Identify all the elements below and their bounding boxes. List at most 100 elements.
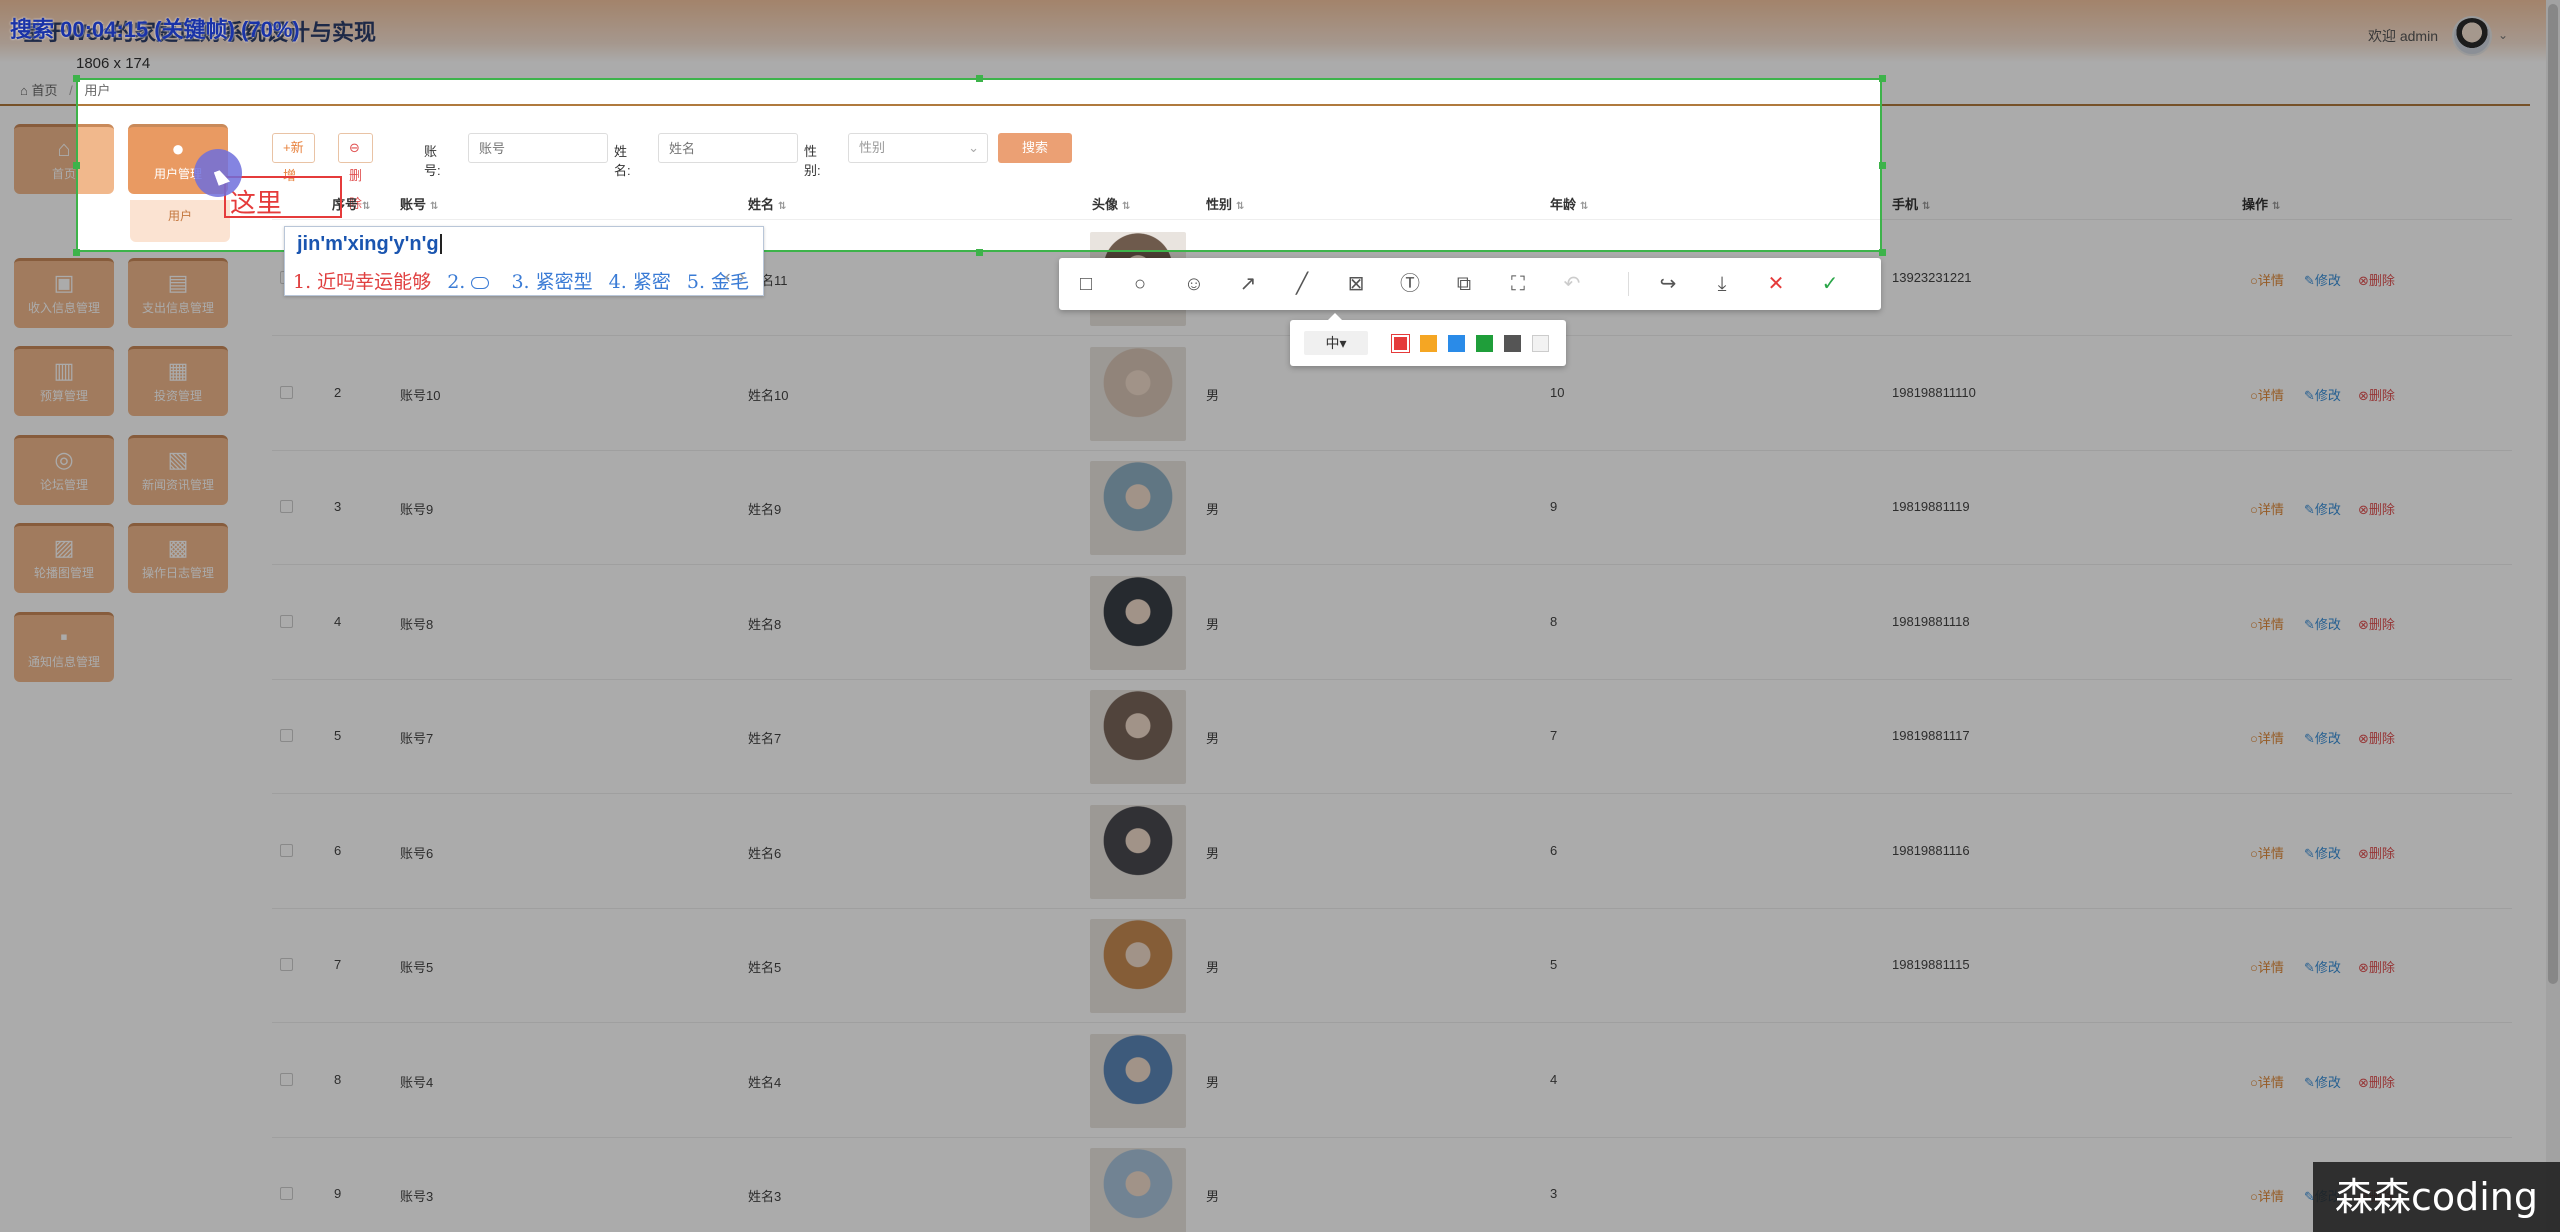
cell-phone: 13923231221 xyxy=(1892,270,1972,285)
color-swatch[interactable] xyxy=(1420,335,1437,352)
font-size-select[interactable]: 中▾ xyxy=(1304,331,1368,355)
color-swatch[interactable] xyxy=(1392,335,1409,352)
chevron-down-icon[interactable]: ⌄ xyxy=(2498,28,2508,42)
row-checkbox[interactable] xyxy=(280,385,293,399)
ime-page-nav[interactable]: ‹› xyxy=(724,267,753,289)
ime-candidate[interactable]: 2. xyxy=(447,271,495,293)
sidebar-tile[interactable]: ▥ 预算管理 xyxy=(14,346,114,416)
row-delete-button[interactable]: ⊗删除 xyxy=(2358,499,2395,518)
line-tool-icon[interactable]: ╱ xyxy=(1288,270,1316,298)
sidebar-tile[interactable]: ◎ 论坛管理 xyxy=(14,435,114,505)
user-avatar[interactable] xyxy=(2452,16,2492,56)
row-delete-button[interactable]: ⊗删除 xyxy=(2358,270,2395,289)
resize-handle-w[interactable] xyxy=(73,162,80,169)
row-checkbox[interactable] xyxy=(280,1072,293,1086)
sidebar-tile[interactable]: ▪ 通知信息管理 xyxy=(14,612,114,682)
ocr-tool-icon[interactable]: ⛶ xyxy=(1504,270,1532,298)
sidebar-tile[interactable]: ▣ 收入信息管理 xyxy=(14,258,114,328)
ime-candidate-window[interactable]: jin'm'xing'y'n'g 1. 近吗幸运能够 2. 3. 紧密型 4. … xyxy=(284,226,764,296)
mosaic-tool-icon[interactable]: ⊠ xyxy=(1342,270,1370,298)
breadcrumb-home[interactable]: 首页 xyxy=(31,83,57,98)
row-delete-button[interactable]: ⊗删除 xyxy=(2358,614,2395,633)
row-delete-button[interactable]: ⊗删除 xyxy=(2358,728,2395,747)
rectangle-tool-icon[interactable]: □ xyxy=(1072,270,1100,298)
sidebar-tile[interactable]: ▦ 投资管理 xyxy=(128,346,228,416)
row-detail-button[interactable]: ○详情 xyxy=(2250,1186,2284,1205)
ime-candidate[interactable]: 4. 紧密 xyxy=(609,271,671,293)
avatar xyxy=(1090,575,1186,670)
arrow-tool-icon[interactable]: ↗ xyxy=(1234,270,1262,298)
page-scrollbar[interactable] xyxy=(2546,0,2560,1232)
ime-candidate[interactable]: 1. 近吗幸运能够 xyxy=(293,271,431,293)
color-swatch[interactable] xyxy=(1476,335,1493,352)
cell-index: 5 xyxy=(334,728,342,743)
column-header[interactable]: 操作 ⇅ xyxy=(2242,194,2280,213)
column-header[interactable]: 手机 ⇅ xyxy=(1892,194,1930,213)
ellipse-tool-icon[interactable]: ○ xyxy=(1126,270,1154,298)
ime-candidate[interactable]: 3. 紧密型 xyxy=(511,271,592,293)
scrollbar-thumb[interactable] xyxy=(2548,4,2558,984)
color-swatch[interactable] xyxy=(1532,335,1549,352)
resize-handle-n[interactable] xyxy=(976,75,983,82)
row-detail-button[interactable]: ○详情 xyxy=(2250,499,2284,518)
row-edit-button[interactable]: ✎修改 xyxy=(2304,1072,2341,1091)
cell-gender: 男 xyxy=(1206,616,1220,632)
row-checkbox[interactable] xyxy=(280,843,293,857)
sort-icon[interactable]: ⇅ xyxy=(2272,201,2280,212)
pin-tool-icon[interactable]: ⧉ xyxy=(1450,270,1478,298)
screenshot-toolbar: □ ○ ☺ ↗ ╱ ⊠ Ⓣ ⧉ ⛶ ↶ ↪ ⤓ ✕ ✓ xyxy=(1059,258,1881,310)
row-delete-button[interactable]: ⊗删除 xyxy=(2358,957,2395,976)
row-edit-button[interactable]: ✎修改 xyxy=(2304,614,2341,633)
menu-icon: ▦ xyxy=(167,358,189,383)
row-detail-button[interactable]: ○详情 xyxy=(2250,1072,2284,1091)
resize-handle-se[interactable] xyxy=(1879,249,1886,256)
row-checkbox[interactable] xyxy=(280,729,293,742)
undo-icon[interactable]: ↶ xyxy=(1558,270,1586,298)
emoji-tool-icon[interactable]: ☺ xyxy=(1180,270,1208,298)
resize-handle-sw[interactable] xyxy=(73,249,80,256)
sort-icon[interactable]: ⇅ xyxy=(1922,201,1930,212)
cell-phone: 19819881118 xyxy=(1892,613,1970,629)
row-edit-button[interactable]: ✎修改 xyxy=(2304,270,2341,289)
recording-status: 搜索 00:04:15 (关键帧) (70%) xyxy=(10,17,300,42)
close-icon[interactable]: ✕ xyxy=(1762,270,1790,298)
table-row: 3 账号9 姓名9 男 9 19819881119 ○详情 ✎修改 ⊗删除 xyxy=(272,451,2512,565)
row-edit-button[interactable]: ✎修改 xyxy=(2304,499,2341,518)
row-detail-button[interactable]: ○详情 xyxy=(2250,614,2284,633)
annotation-text[interactable]: 这里 xyxy=(230,183,282,220)
row-edit-button[interactable]: ✎修改 xyxy=(2304,728,2341,747)
resize-handle-nw[interactable] xyxy=(73,75,80,82)
cell-name: 姓名10 xyxy=(748,387,789,403)
row-detail-button[interactable]: ○详情 xyxy=(2250,385,2284,404)
row-detail-button[interactable]: ○详情 xyxy=(2250,728,2284,747)
sidebar-tile[interactable]: ▩ 操作日志管理 xyxy=(128,523,228,593)
row-delete-button[interactable]: ⊗删除 xyxy=(2358,385,2395,404)
row-edit-button[interactable]: ✎修改 xyxy=(2304,843,2341,862)
sidebar-tile[interactable]: ▧ 新闻资讯管理 xyxy=(128,435,228,505)
row-detail-button[interactable]: ○详情 xyxy=(2250,843,2284,862)
row-delete-button[interactable]: ⊗删除 xyxy=(2358,1072,2395,1091)
column-header-label: 手机 xyxy=(1892,197,1919,212)
color-swatch[interactable] xyxy=(1504,335,1521,352)
resize-handle-e[interactable] xyxy=(1879,162,1886,169)
row-checkbox[interactable] xyxy=(280,500,293,513)
sidebar-tile[interactable]: ▨ 轮播图管理 xyxy=(14,523,114,593)
row-delete-button[interactable]: ⊗删除 xyxy=(2358,843,2395,862)
resize-handle-s[interactable] xyxy=(976,249,983,256)
row-edit-button[interactable]: ✎修改 xyxy=(2304,385,2341,404)
row-checkbox[interactable] xyxy=(280,958,293,971)
row-checkbox[interactable] xyxy=(280,1187,293,1200)
download-icon[interactable]: ⤓ xyxy=(1708,270,1736,298)
confirm-icon[interactable]: ✓ xyxy=(1816,270,1844,298)
text-tool-icon[interactable]: Ⓣ xyxy=(1396,270,1424,298)
sidebar-tile[interactable]: ▤ 支出信息管理 xyxy=(128,258,228,328)
row-edit-button[interactable]: ✎修改 xyxy=(2304,957,2341,976)
row-checkbox[interactable] xyxy=(280,614,293,628)
row-detail-button[interactable]: ○详情 xyxy=(2250,957,2284,976)
column-header-label: 操作 xyxy=(2242,197,2269,212)
color-swatch[interactable] xyxy=(1448,335,1465,352)
resize-handle-ne[interactable] xyxy=(1879,75,1886,82)
sidebar-tile-label: 预算管理 xyxy=(39,389,88,403)
row-detail-button[interactable]: ○详情 xyxy=(2250,270,2284,289)
share-icon[interactable]: ↪ xyxy=(1654,270,1682,298)
